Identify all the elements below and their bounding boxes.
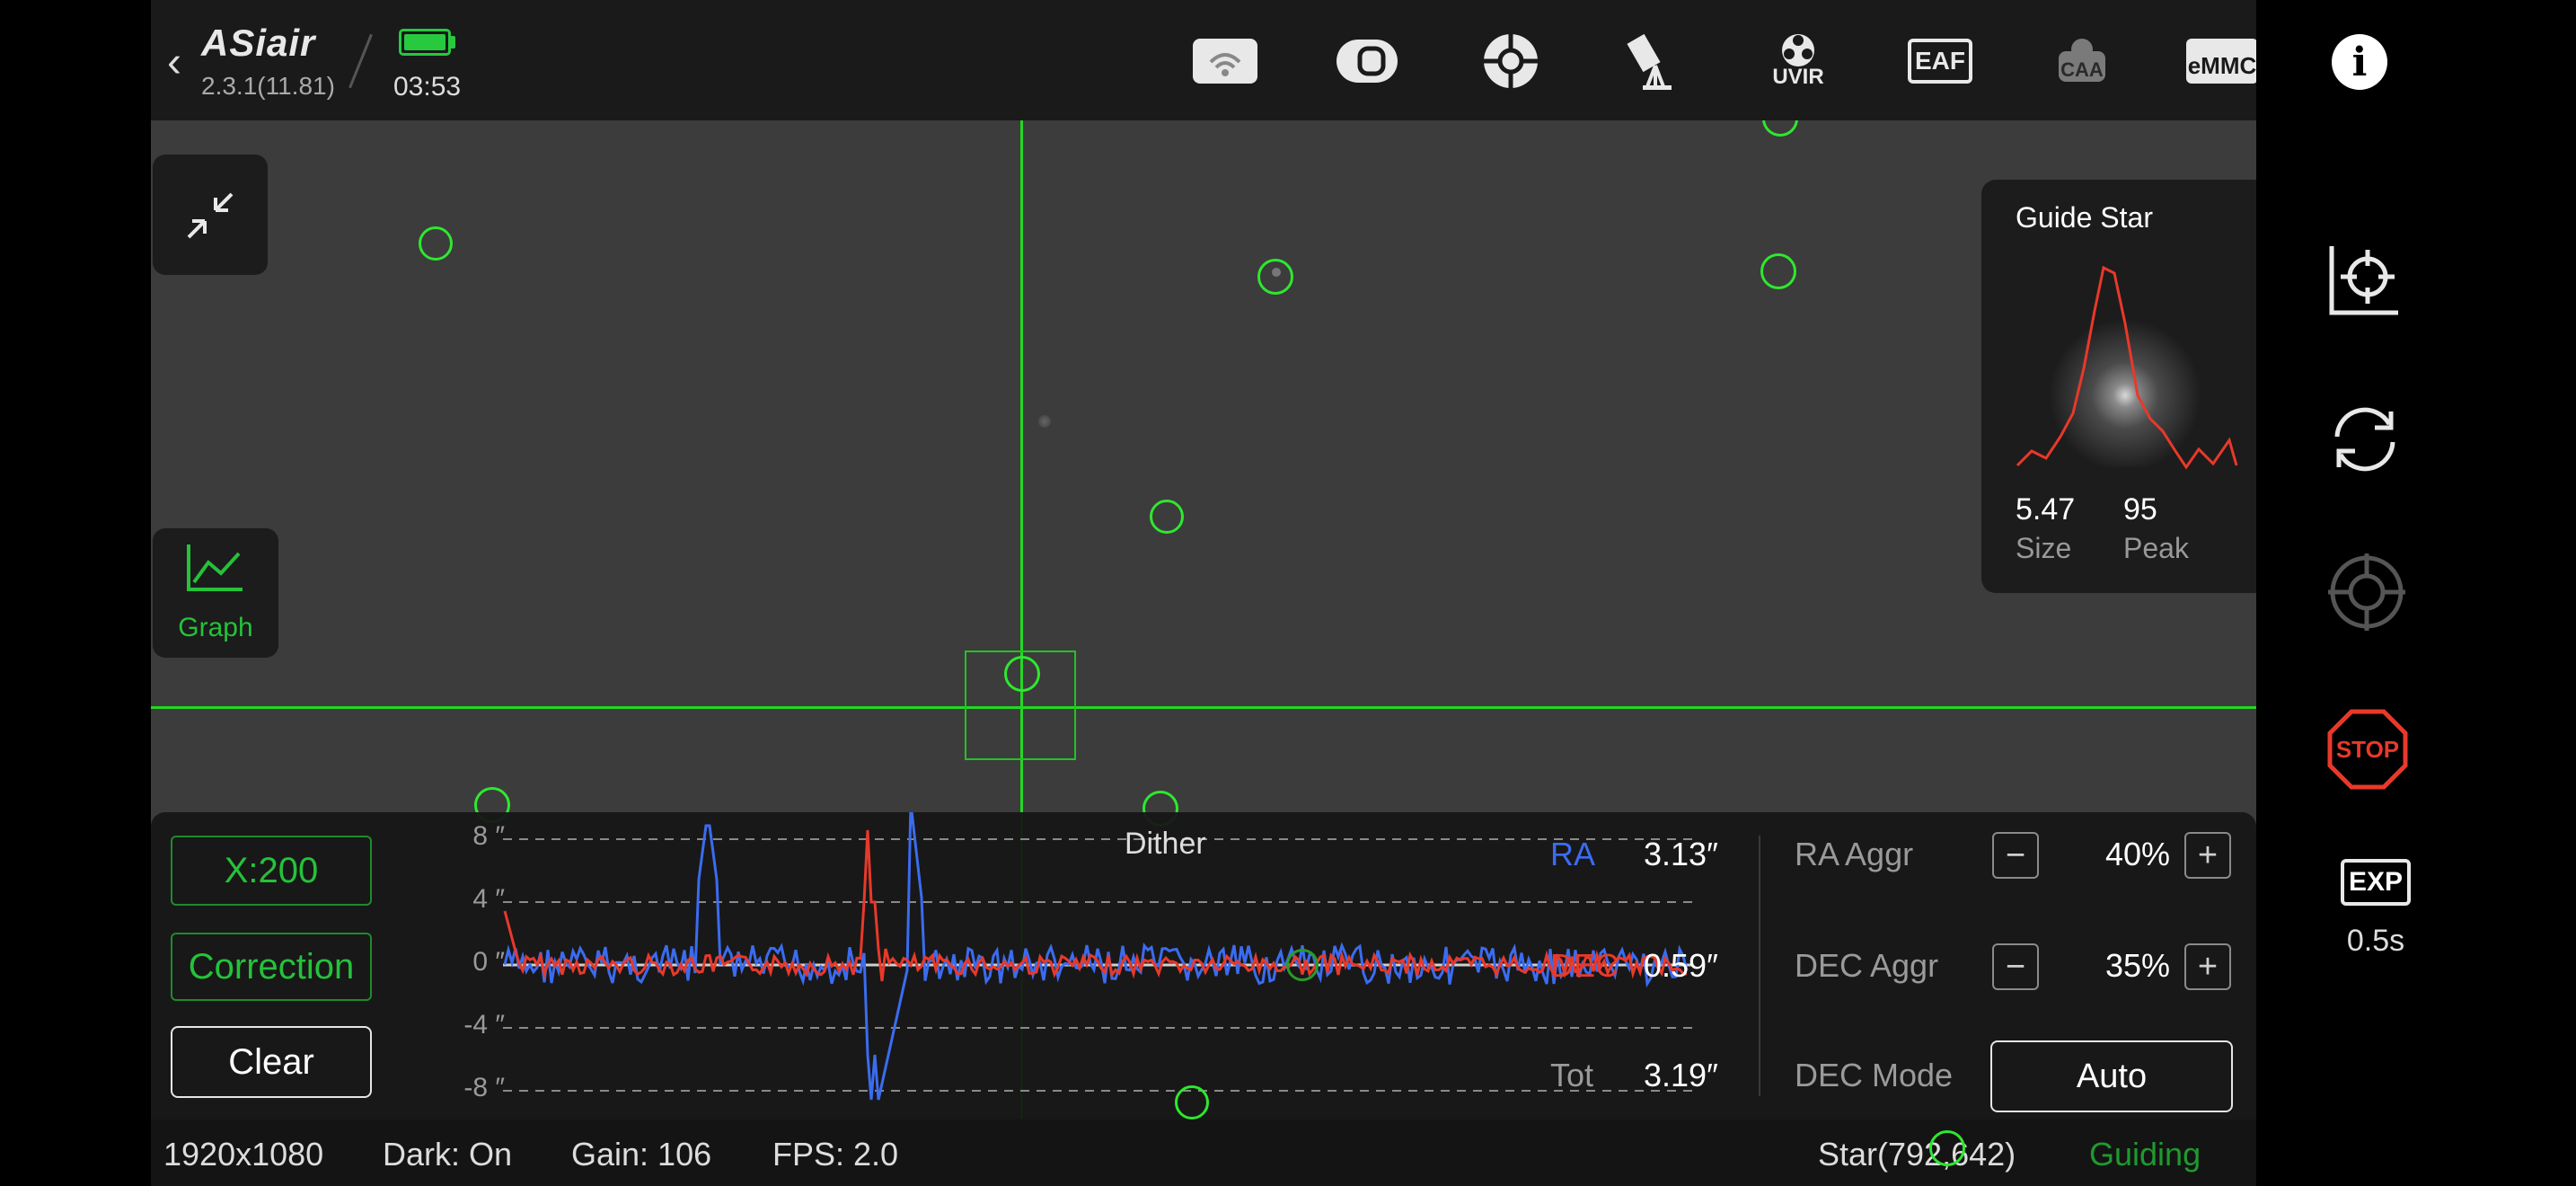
y-tick-label: -8 ″ — [463, 1073, 505, 1102]
stop-label: STOP — [2336, 736, 2399, 763]
top-bar: ‹ ASiair 2.3.1(11.81) 03:53 UVIR EAF CAA… — [151, 0, 2258, 120]
divider — [348, 33, 373, 89]
caa-icon[interactable]: CAA — [2048, 23, 2116, 95]
graph-label: Graph — [178, 613, 253, 642]
star-marker — [1004, 656, 1040, 692]
info-icon[interactable]: i — [2332, 34, 2387, 90]
ra-aggr-label: RA Aggr — [1795, 836, 1914, 872]
gain-text: Gain: 106 — [571, 1136, 712, 1173]
crosshair-horizontal — [151, 706, 2256, 709]
star-size-value: 5.47 — [2016, 492, 2076, 527]
guide-scope-icon[interactable] — [1477, 31, 1545, 92]
star-position-text: Star(792,642) — [1818, 1136, 2016, 1173]
guide-error-plot — [503, 812, 1693, 1101]
guide-graph-panel: X:200 Correction Clear 8 ″ 4 ″ 0 ″ -4 ″ … — [151, 812, 2256, 1120]
exposure-button[interactable]: EXP — [2341, 859, 2411, 906]
collapse-button[interactable] — [153, 155, 268, 275]
dec-aggr-label: DEC Aggr — [1795, 947, 1939, 984]
app-version: 2.3.1(11.81) — [201, 72, 335, 100]
brand-logo: ASiair — [201, 22, 316, 64]
ra-aggr-increase-button[interactable]: + — [2184, 832, 2231, 879]
star-peak-label: Peak — [2123, 532, 2189, 564]
dither-label: Dither — [1125, 827, 1206, 861]
ra-label: RA — [1550, 836, 1596, 872]
guide-target-icon[interactable] — [2326, 552, 2407, 633]
star-peak-value: 95 — [2123, 492, 2157, 527]
clear-button[interactable]: Clear — [171, 1026, 372, 1098]
eaf-icon[interactable]: EAF — [1906, 31, 1974, 92]
ra-error-value: 3.13″ — [1644, 836, 1718, 872]
y-tick-label: 8 ″ — [472, 821, 505, 851]
guiding-status: Guiding — [2089, 1136, 2201, 1173]
star-marker — [1150, 500, 1184, 534]
divider — [1759, 836, 1760, 1096]
camera-icon[interactable] — [1333, 31, 1401, 92]
star — [1038, 415, 1051, 428]
x-scale-button[interactable]: X:200 — [171, 836, 372, 906]
ra-series-line — [503, 812, 1689, 1101]
y-tick-label: -4 ″ — [463, 1010, 505, 1040]
star-marker — [419, 226, 453, 261]
emmc-icon[interactable]: eMMC — [2184, 31, 2260, 92]
right-side-bar: i STOP EXP 0.5s — [2256, 0, 2576, 1186]
star-size-label: Size — [2016, 532, 2072, 564]
tot-error-value: 3.19″ — [1644, 1057, 1718, 1093]
dec-mode-select[interactable]: Auto — [1990, 1040, 2233, 1112]
y-tick-label: 0 ″ — [472, 947, 505, 977]
graph-toggle-button[interactable]: Graph — [153, 528, 278, 658]
battery-tip — [451, 36, 455, 49]
star-marker — [1929, 1130, 1965, 1166]
clock-time: 03:53 — [393, 72, 462, 102]
dec-mode-label: DEC Mode — [1795, 1057, 1954, 1093]
wifi-icon[interactable] — [1191, 31, 1259, 92]
guide-star-panel: Guide Star 5.47 Size 95 Peak — [1981, 180, 2258, 593]
ra-aggr-decrease-button[interactable]: − — [1992, 832, 2039, 879]
telescope-icon[interactable] — [1619, 31, 1687, 92]
back-chevron-icon[interactable]: ‹ — [167, 38, 181, 87]
fps-text: FPS: 2.0 — [772, 1136, 899, 1173]
filter-wheel-icon[interactable]: UVIR — [1764, 25, 1832, 93]
dec-aggr-value: 35% — [2105, 947, 2171, 984]
dec-aggr-decrease-button[interactable]: − — [1992, 943, 2039, 990]
star-marker — [1760, 253, 1796, 289]
star-marker — [1175, 1085, 1209, 1120]
dec-label: DEC — [1550, 947, 1619, 984]
stop-icon[interactable]: STOP — [2326, 708, 2409, 791]
loop-exposure-icon[interactable] — [2326, 401, 2404, 478]
dec-aggr-increase-button[interactable]: + — [2184, 943, 2231, 990]
exposure-value: 0.5s — [2346, 924, 2405, 958]
correction-button[interactable]: Correction — [171, 933, 372, 1001]
resolution-text: 1920x1080 — [163, 1136, 324, 1173]
collapse-icon — [187, 192, 234, 239]
battery-icon — [399, 29, 451, 56]
ra-aggr-value: 40% — [2105, 836, 2171, 872]
star-marker — [1286, 949, 1319, 981]
star-profile-curve — [2016, 265, 2238, 470]
dark-frame-status: Dark: On — [383, 1136, 513, 1173]
calibrate-icon[interactable] — [2326, 243, 2402, 318]
guide-star-title: Guide Star — [2016, 201, 2153, 234]
star-marker — [1257, 259, 1293, 295]
dec-error-value: 0.59″ — [1644, 947, 1718, 984]
graph-icon — [187, 544, 243, 591]
tot-label: Tot — [1550, 1057, 1594, 1093]
y-tick-label: 4 ″ — [472, 884, 505, 914]
